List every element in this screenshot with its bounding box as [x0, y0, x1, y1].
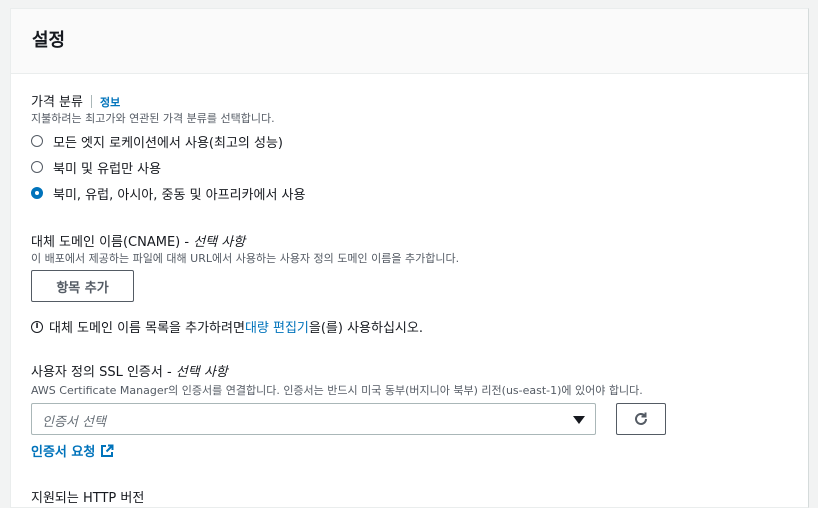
caret-down-icon	[573, 416, 585, 424]
cname-label-text: 대체 도메인 이름(CNAME) -	[31, 235, 194, 250]
external-link-icon	[101, 444, 114, 457]
price-class-option-na-eu-asia[interactable]: 북미, 유럽, 아시아, 중동 및 아프리카에서 사용	[31, 183, 305, 203]
radio-button[interactable]	[31, 135, 43, 147]
panel-title: 설정	[32, 30, 66, 51]
add-item-button[interactable]: 항목 추가	[31, 270, 134, 302]
price-class-label-row: 가격 분류 정보	[31, 91, 120, 110]
divider	[90, 95, 92, 108]
price-class-option-na-eu[interactable]: 북미 및 유럽만 사용	[31, 157, 161, 177]
price-class-info-link[interactable]: 정보	[100, 96, 120, 109]
option-label: 북미 및 유럽만 사용	[53, 161, 162, 177]
price-class-label: 가격 분류	[31, 95, 83, 110]
cname-optional-text: 선택 사항	[193, 235, 246, 250]
option-label: 모든 엣지 로케이션에서 사용(최고의 성능)	[53, 135, 283, 151]
price-class-description: 지불하려는 최고가와 연관된 가격 분류를 선택합니다.	[31, 112, 275, 125]
radio-button[interactable]	[31, 161, 43, 173]
ssl-description: AWS Certificate Manager의 인증서를 연결합니다. 인증서…	[31, 384, 643, 397]
request-certificate-label: 인증서 요청	[31, 445, 96, 460]
bulk-editor-note: i 대체 도메인 이름 목록을 추가하려면 대량 편집기 을(를) 사용하십시오.	[31, 317, 423, 336]
option-label: 북미, 유럽, 아시아, 중동 및 아프리카에서 사용	[53, 187, 306, 203]
cname-description: 이 배포에서 제공하는 파일에 대해 URL에서 사용하는 사용자 정의 도메인…	[31, 252, 460, 265]
refresh-icon	[635, 412, 647, 425]
note-text-suffix: 을(를) 사용하십시오.	[308, 321, 423, 336]
note-text: 대체 도메인 이름 목록을 추가하려면	[49, 321, 245, 336]
cname-label: 대체 도메인 이름(CNAME) - 선택 사항	[31, 231, 245, 250]
panel-header: 설정	[11, 9, 808, 74]
ssl-label: 사용자 정의 SSL 인증서 - 선택 사항	[31, 361, 228, 380]
settings-panel: 설정 가격 분류 정보 지불하려는 최고가와 연관된 가격 분류를 선택합니다. …	[10, 8, 809, 508]
price-class-option-all[interactable]: 모든 엣지 로케이션에서 사용(최고의 성능)	[31, 131, 283, 151]
info-circle-icon: i	[31, 320, 43, 333]
certificate-select[interactable]: 인증서 선택	[31, 403, 596, 435]
radio-button-selected[interactable]	[31, 187, 43, 199]
bulk-editor-link[interactable]: 대량 편집기	[245, 317, 309, 336]
refresh-button[interactable]	[616, 403, 666, 435]
request-certificate-link[interactable]: 인증서 요청	[31, 441, 114, 460]
ssl-optional-text: 선택 사항	[175, 365, 228, 380]
http-versions-label: 지원되는 HTTP 버전	[31, 491, 145, 506]
certificate-select-placeholder: 인증서 선택	[42, 415, 106, 430]
ssl-label-text: 사용자 정의 SSL 인증서 -	[31, 365, 176, 380]
